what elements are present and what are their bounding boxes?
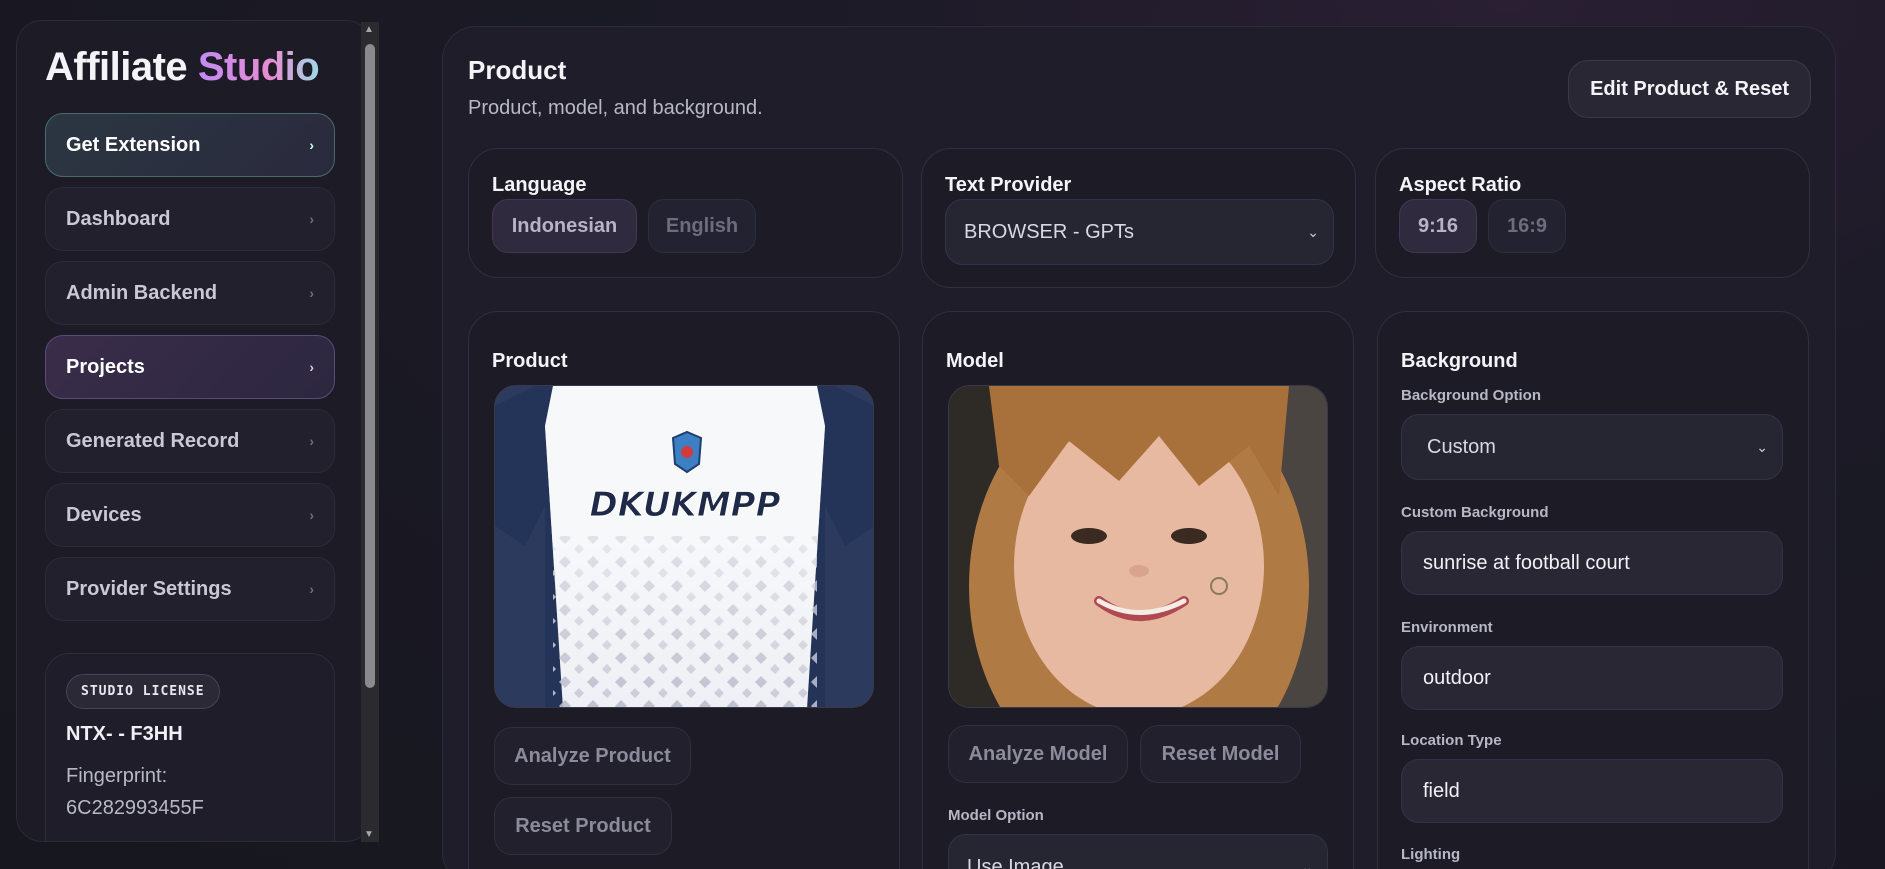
- environment-label: Environment: [1401, 619, 1493, 636]
- environment-input[interactable]: outdoor: [1401, 646, 1783, 710]
- sidebar-item-label: Projects: [66, 355, 145, 378]
- chevron-right-icon: ›: [309, 581, 314, 597]
- license-fingerprint: Fingerprint: 6C282993455F: [66, 760, 314, 824]
- chevron-right-icon: ›: [309, 285, 314, 301]
- sidebar-item-generated-record[interactable]: Generated Record ›: [45, 409, 335, 473]
- sidebar-item-devices[interactable]: Devices ›: [45, 483, 335, 547]
- model-option-label: Model Option: [948, 807, 1044, 824]
- location-type-label: Location Type: [1401, 732, 1502, 749]
- chevron-down-icon: ⌄: [1307, 223, 1319, 240]
- main-panel: Product Product, model, and background. …: [442, 26, 1836, 869]
- language-title: Language: [492, 174, 587, 196]
- license-card: STUDIO LICENSE NTX- - F3HH Fingerprint: …: [45, 653, 335, 841]
- custom-background-input[interactable]: sunrise at football court: [1401, 531, 1783, 595]
- page-title: Product: [468, 55, 567, 85]
- sidebar-item-projects[interactable]: Projects ›: [45, 335, 335, 399]
- background-title: Background: [1401, 350, 1518, 372]
- chevron-right-icon: ›: [309, 359, 314, 375]
- product-title: Product: [492, 350, 568, 372]
- aspect-ratio-card: Aspect Ratio 9:16 16:9: [1375, 148, 1810, 278]
- aspect-option-9-16[interactable]: 9:16: [1399, 199, 1477, 253]
- model-option-value: Use Image: [967, 855, 1064, 869]
- sidebar-item-dashboard[interactable]: Dashboard ›: [45, 187, 335, 251]
- sidebar-item-label: Get Extension: [66, 133, 201, 156]
- chevron-right-icon: ›: [309, 507, 314, 523]
- background-option-select[interactable]: Custom ⌄: [1401, 414, 1783, 480]
- chevron-down-icon: ⌄: [1301, 858, 1313, 869]
- language-option-english[interactable]: English: [648, 199, 756, 253]
- language-option-indonesian[interactable]: Indonesian: [492, 199, 637, 253]
- sidebar: Affiliate Studio Get Extension › Dashboa…: [16, 20, 372, 842]
- product-image[interactable]: DKUKMPP: [494, 385, 874, 708]
- sidebar-item-provider-settings[interactable]: Provider Settings ›: [45, 557, 335, 621]
- model-card: Model Analyze Model Reset Model Model Op…: [922, 311, 1354, 869]
- sidebar-scrollbar[interactable]: ▲ ▼: [361, 22, 379, 842]
- brand-name-part2: Studio: [197, 45, 320, 89]
- text-provider-value: BROWSER - GPTs: [964, 220, 1135, 243]
- custom-background-label: Custom Background: [1401, 504, 1549, 521]
- sidebar-item-admin-backend[interactable]: Admin Backend ›: [45, 261, 335, 325]
- sidebar-item-label: Dashboard: [66, 207, 171, 230]
- edit-product-reset-button[interactable]: Edit Product & Reset: [1568, 60, 1811, 118]
- sidebar-item-get-extension[interactable]: Get Extension ›: [45, 113, 335, 177]
- analyze-product-button[interactable]: Analyze Product: [494, 727, 691, 785]
- aspect-ratio-title: Aspect Ratio: [1399, 174, 1522, 196]
- sidebar-item-label: Generated Record: [66, 429, 240, 452]
- text-provider-card: Text Provider BROWSER - GPTs ⌄: [921, 148, 1356, 288]
- scroll-down-icon[interactable]: ▼: [364, 829, 374, 840]
- product-card: Product DKUKMPP Analyze Product Reset Pr…: [468, 311, 900, 869]
- fingerprint-label: Fingerprint:: [66, 765, 168, 787]
- sidebar-item-label: Admin Backend: [66, 281, 218, 304]
- chevron-right-icon: ›: [309, 211, 314, 227]
- chevron-right-icon: ›: [309, 137, 314, 153]
- background-card: Background Background Option Custom ⌄ Cu…: [1377, 311, 1809, 869]
- license-key: NTX- - F3HH: [66, 723, 183, 745]
- model-image[interactable]: [948, 385, 1328, 708]
- reset-model-button[interactable]: Reset Model: [1140, 725, 1301, 783]
- portrait-illustration: [949, 386, 1327, 707]
- text-provider-title: Text Provider: [945, 174, 1072, 196]
- model-option-select[interactable]: Use Image ⌄: [948, 834, 1328, 869]
- sidebar-item-label: Devices: [66, 503, 142, 526]
- fingerprint-value: 6C282993455F: [66, 797, 204, 819]
- chevron-right-icon: ›: [309, 433, 314, 449]
- scrollbar-thumb[interactable]: [365, 44, 375, 688]
- analyze-model-button[interactable]: Analyze Model: [948, 725, 1128, 783]
- sidebar-item-label: Provider Settings: [66, 577, 232, 600]
- jersey-illustration: DKUKMPP: [495, 386, 873, 707]
- jersey-text: DKUKMPP: [590, 485, 781, 525]
- aspect-option-16-9[interactable]: 16:9: [1488, 199, 1566, 253]
- brand-name-part1: Affiliate: [45, 45, 188, 89]
- chevron-down-icon: ⌄: [1756, 438, 1768, 455]
- brand-logo: Affiliate Studio: [45, 45, 320, 90]
- reset-product-button[interactable]: Reset Product: [494, 797, 672, 855]
- text-provider-select[interactable]: BROWSER - GPTs ⌄: [945, 199, 1334, 265]
- location-type-input[interactable]: field: [1401, 759, 1783, 823]
- scroll-up-icon[interactable]: ▲: [364, 24, 374, 35]
- license-badge: STUDIO LICENSE: [66, 674, 220, 709]
- page-subtitle: Product, model, and background.: [468, 97, 763, 119]
- lighting-label: Lighting: [1401, 846, 1461, 863]
- language-card: Language Indonesian English: [468, 148, 903, 278]
- background-option-value: Custom: [1427, 435, 1496, 458]
- model-title: Model: [946, 350, 1004, 372]
- background-option-label: Background Option: [1401, 387, 1541, 404]
